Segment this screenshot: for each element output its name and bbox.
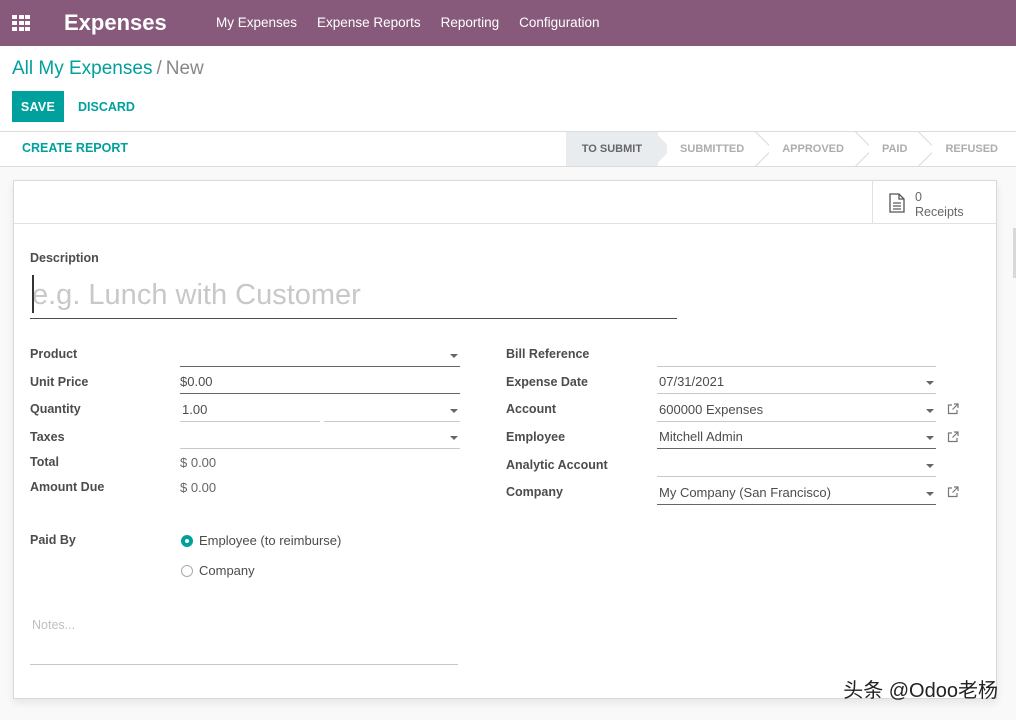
company-field[interactable]: My Company (San Francisco) xyxy=(657,483,936,505)
stage-arrow xyxy=(751,132,769,166)
radio-employee[interactable] xyxy=(181,535,193,547)
taxes-label: Taxes xyxy=(30,430,65,444)
chevron-down-icon[interactable] xyxy=(450,354,458,358)
stage-paid[interactable]: PAID xyxy=(860,132,923,166)
account-label: Account xyxy=(506,402,556,416)
analytic-account-field[interactable] xyxy=(657,455,936,477)
external-link-icon[interactable] xyxy=(947,486,959,498)
stage-refused[interactable]: REFUSED xyxy=(923,132,1016,166)
unit-of-measure-field[interactable] xyxy=(324,400,460,422)
total-value: $ 0.00 xyxy=(180,455,217,470)
control-panel: All My Expenses / New SAVE DISCARD xyxy=(0,46,1016,132)
chevron-down-icon[interactable] xyxy=(450,409,458,413)
employee-label: Employee xyxy=(506,430,566,444)
external-link-icon[interactable] xyxy=(947,403,959,415)
document-icon xyxy=(889,193,905,213)
stage-submitted[interactable]: SUBMITTED xyxy=(658,132,760,166)
stage-label: APPROVED xyxy=(782,143,844,155)
stage-label: SUBMITTED xyxy=(680,143,745,155)
product-label: Product xyxy=(30,347,78,361)
paid-by-label: Paid By xyxy=(30,533,76,547)
chevron-down-icon[interactable] xyxy=(926,464,934,468)
menu-configuration[interactable]: Configuration xyxy=(509,0,609,46)
radio-company[interactable] xyxy=(181,565,193,577)
breadcrumb-separator: / xyxy=(156,58,162,79)
description-input[interactable] xyxy=(30,273,677,319)
menu-reporting[interactable]: Reporting xyxy=(431,0,510,46)
stage-arrow xyxy=(914,132,932,166)
expense-date-label: Expense Date xyxy=(506,375,588,389)
stage-arrow xyxy=(851,132,869,166)
chevron-down-icon[interactable] xyxy=(450,436,458,440)
notes-textarea[interactable] xyxy=(30,613,458,665)
expense-date-value: 07/31/2021 xyxy=(659,374,725,389)
top-navbar: Expenses My Expenses Expense Reports Rep… xyxy=(0,0,1016,46)
chevron-down-icon[interactable] xyxy=(926,492,934,496)
stage-label: REFUSED xyxy=(945,143,998,155)
unit-price-field[interactable]: $0.00 xyxy=(180,372,460,394)
main-menu: My Expenses Expense Reports Reporting Co… xyxy=(206,0,609,46)
external-link-icon[interactable] xyxy=(947,431,959,443)
save-button[interactable]: SAVE xyxy=(12,91,64,122)
stage-to-submit[interactable]: TO SUBMIT xyxy=(565,132,659,166)
quantity-value: 1.00 xyxy=(182,402,208,417)
button-box: 0 Receipts xyxy=(14,181,996,224)
unit-price-value: $0.00 xyxy=(180,374,213,389)
company-label: Company xyxy=(506,485,563,499)
stage-label: TO SUBMIT xyxy=(581,143,643,155)
unit-price-label: Unit Price xyxy=(30,375,89,389)
analytic-account-label: Analytic Account xyxy=(506,458,608,472)
company-value: My Company (San Francisco) xyxy=(659,485,831,500)
chevron-down-icon[interactable] xyxy=(926,409,934,413)
account-field[interactable]: 600000 Expenses xyxy=(657,400,936,422)
receipts-smart-button[interactable]: 0 Receipts xyxy=(872,181,996,224)
amount-due-value: $ 0.00 xyxy=(180,480,217,495)
stage-arrow xyxy=(649,132,667,166)
text-cursor xyxy=(32,275,34,313)
stage-approved[interactable]: APPROVED xyxy=(760,132,860,166)
watermark: 头条 @Odoo老杨 xyxy=(843,680,998,702)
receipts-count: 0 xyxy=(915,190,922,204)
quantity-field[interactable]: 1.00 xyxy=(180,400,320,422)
apps-menu-icon[interactable] xyxy=(12,15,30,31)
bill-reference-field[interactable] xyxy=(657,345,936,367)
bill-reference-label: Bill Reference xyxy=(506,347,590,361)
account-value: 600000 Expenses xyxy=(659,402,764,417)
radio-company-label[interactable]: Company xyxy=(199,563,255,578)
breadcrumb-parent-link[interactable]: All My Expenses xyxy=(12,58,152,79)
menu-my-expenses[interactable]: My Expenses xyxy=(206,0,307,46)
employee-field[interactable]: Mitchell Admin xyxy=(657,427,936,449)
menu-expense-reports[interactable]: Expense Reports xyxy=(307,0,431,46)
breadcrumb-current: New xyxy=(165,58,204,79)
receipts-label: Receipts xyxy=(915,205,964,219)
description-label: Description xyxy=(30,251,99,265)
amount-due-label: Amount Due xyxy=(30,480,105,494)
expense-date-field[interactable]: 07/31/2021 xyxy=(657,372,936,394)
taxes-field[interactable] xyxy=(180,427,460,449)
form-sheet: 0 Receipts Description Product Unit Pric… xyxy=(13,180,997,699)
total-label: Total xyxy=(30,455,59,469)
chevron-down-icon[interactable] xyxy=(926,381,934,385)
app-title[interactable]: Expenses xyxy=(64,10,167,36)
product-field[interactable] xyxy=(180,345,460,367)
radio-employee-label[interactable]: Employee (to reimburse) xyxy=(199,533,341,548)
discard-button[interactable]: DISCARD xyxy=(70,91,143,122)
create-report-button[interactable]: CREATE REPORT xyxy=(22,141,128,155)
quantity-label: Quantity xyxy=(30,402,81,416)
status-bar: CREATE REPORT TO SUBMIT SUBMITTED APPROV… xyxy=(0,132,1016,167)
chevron-down-icon[interactable] xyxy=(926,436,934,440)
employee-value: Mitchell Admin xyxy=(659,429,743,444)
stage-pipeline: TO SUBMIT SUBMITTED APPROVED PAID REFUSE… xyxy=(565,132,1016,166)
breadcrumb: All My Expenses / New xyxy=(12,58,204,80)
stage-label: PAID xyxy=(881,143,908,155)
